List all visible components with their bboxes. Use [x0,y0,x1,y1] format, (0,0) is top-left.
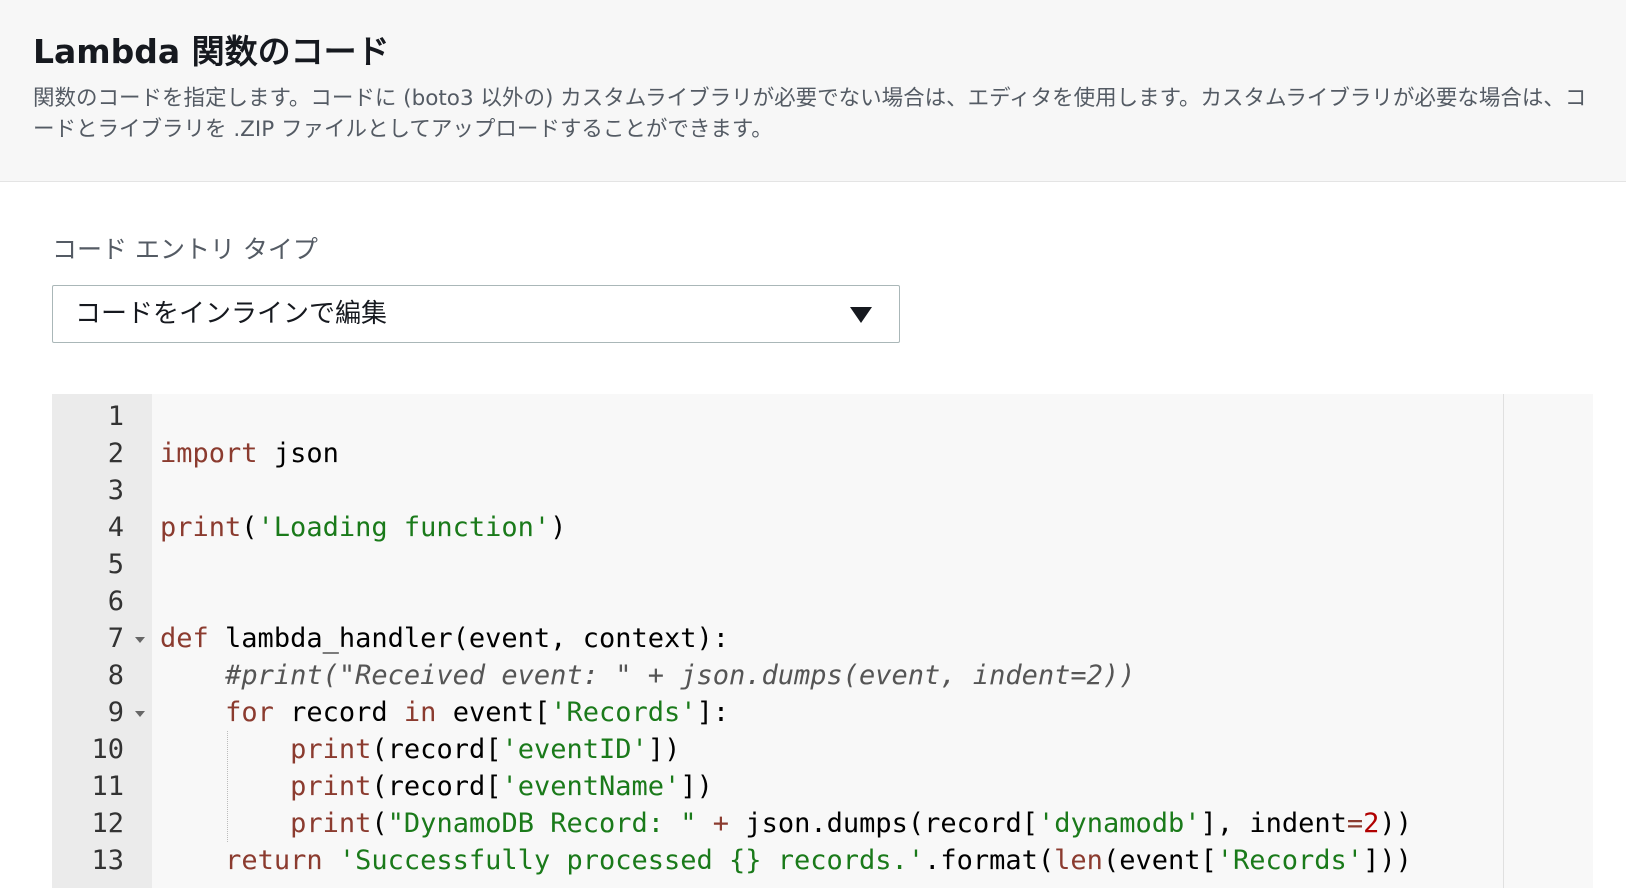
line-number: 6 [107,586,124,617]
line-number: 8 [107,660,124,691]
code-line: return 'Successfully processed {} record… [225,845,1412,876]
fold-toggle-icon[interactable] [135,637,145,643]
print-margin [1503,394,1504,888]
code-line: print('Loading function') [160,512,567,543]
caret-down-icon [850,307,872,323]
code-line: print(record['eventName']) [290,771,713,802]
code-entry-type-select[interactable]: コードをインラインで編集 [52,285,900,343]
line-number: 9 [107,697,124,728]
line-number: 10 [91,734,124,765]
line-number: 4 [107,512,124,543]
indent-guide [227,731,228,842]
code-editor[interactable]: 1 2 3 4 5 6 7 8 9 10 11 12 13 import json print('Load… [52,394,1593,888]
line-number: 13 [91,845,124,876]
line-number: 12 [91,808,124,839]
code-entry-type-value: コードをインラインで編集 [75,299,388,329]
code-line: for record in event['Records']: [225,697,730,728]
section-header: Lambda 関数のコード 関数のコードを指定します。コードに (boto3 以… [0,0,1626,182]
line-number: 1 [107,401,124,432]
line-number: 11 [91,771,124,802]
line-number: 2 [107,438,124,469]
section-title: Lambda 関数のコード [33,32,390,71]
line-number: 5 [107,549,124,580]
code-line: #print("Received event: " + json.dumps(e… [225,660,1136,691]
code-line: def lambda_handler(event, context): [160,623,730,654]
code-entry-type-label: コード エントリ タイプ [52,235,318,264]
line-number: 3 [107,475,124,506]
code-line: print(record['eventID']) [290,734,681,765]
editor-gutter: 1 2 3 4 5 6 7 8 9 10 11 12 13 [52,394,152,888]
code-line: import json [160,438,339,469]
code-line: print("DynamoDB Record: " + json.dumps(r… [290,808,1412,839]
line-number: 7 [107,623,124,654]
fold-toggle-icon[interactable] [135,711,145,717]
section-description: 関数のコードを指定します。コードに (boto3 以外の) カスタムライブラリが… [33,86,1587,142]
